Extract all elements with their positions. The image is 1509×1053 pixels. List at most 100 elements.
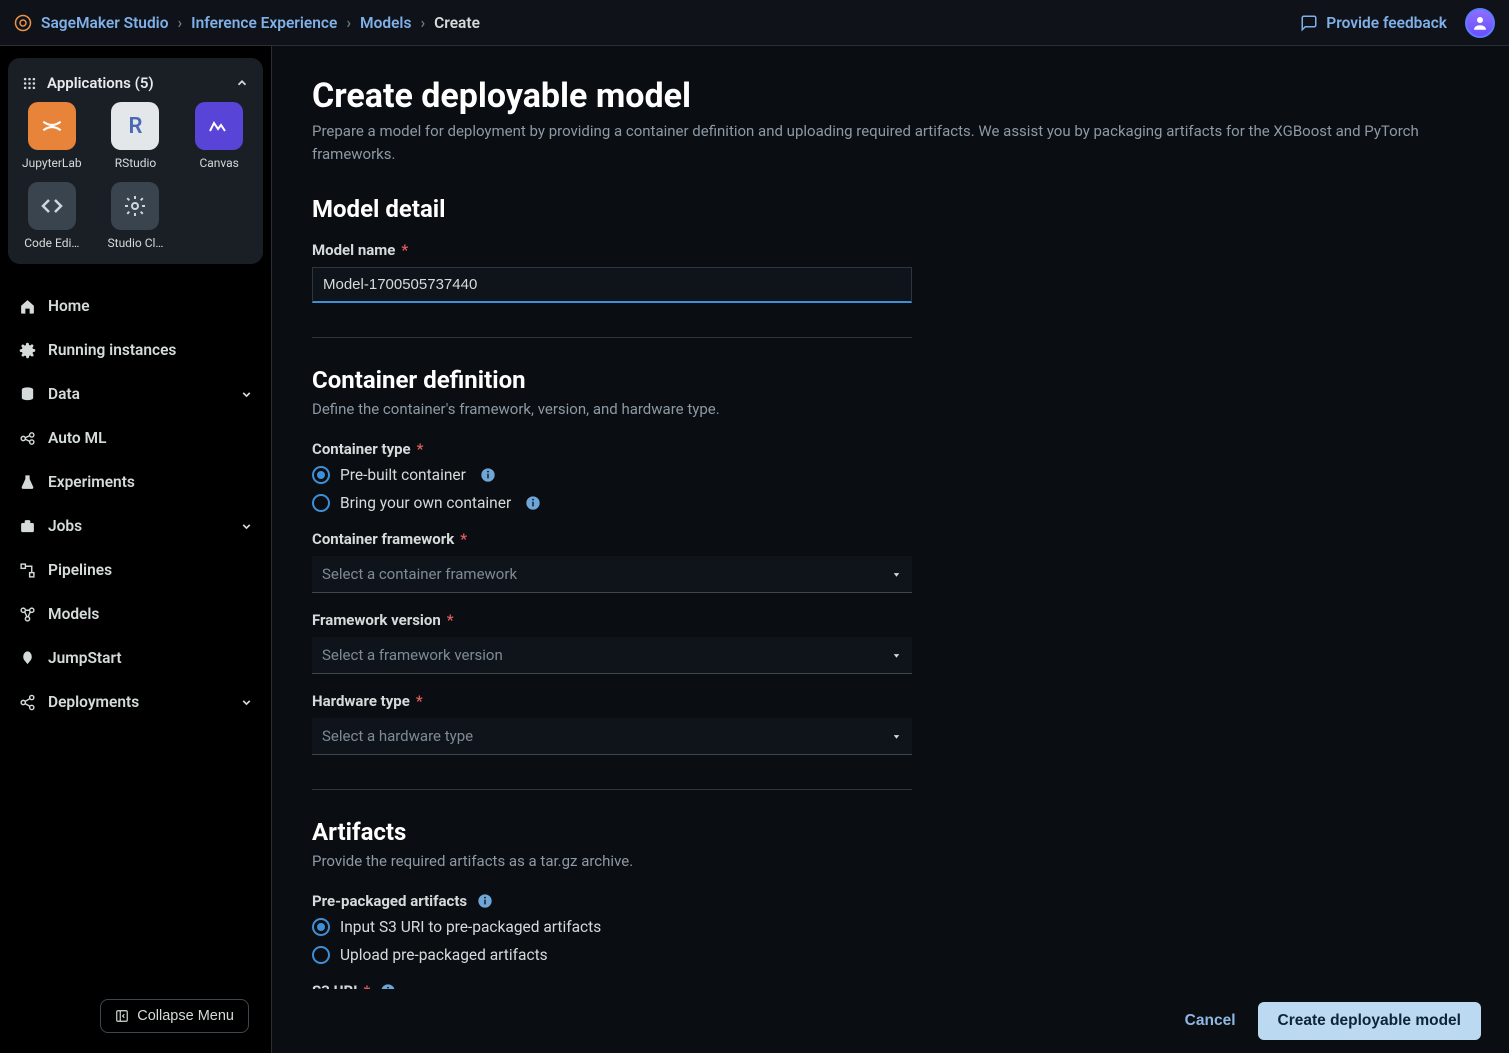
- nav-label: Home: [48, 297, 90, 315]
- sagemaker-logo-icon: [14, 14, 32, 32]
- radio-label: Pre-built container: [340, 466, 466, 484]
- cancel-button[interactable]: Cancel: [1185, 1012, 1236, 1030]
- topbar: SageMaker Studio › Inference Experience …: [0, 0, 1509, 46]
- select-placeholder: Select a hardware type: [322, 727, 473, 745]
- breadcrumb: SageMaker Studio › Inference Experience …: [14, 14, 480, 32]
- nav-label: Experiments: [48, 473, 135, 491]
- prepackaged-artifacts-label: Pre-packaged artifacts: [312, 892, 467, 910]
- pipelines-icon: [18, 562, 36, 579]
- database-icon: [18, 386, 36, 403]
- select-placeholder: Select a container framework: [322, 565, 517, 583]
- app-rstudio[interactable]: R RStudio: [104, 102, 168, 170]
- container-framework-select[interactable]: Select a container framework: [312, 556, 912, 593]
- user-avatar[interactable]: [1465, 8, 1495, 38]
- app-studio-classic[interactable]: Studio Cl…: [104, 182, 168, 250]
- chevron-right-icon: ›: [346, 14, 351, 32]
- app-label: Studio Cl…: [104, 236, 168, 250]
- hardware-type-select[interactable]: Select a hardware type: [312, 718, 912, 755]
- required-icon: *: [416, 692, 423, 710]
- radio-input-s3-uri[interactable]: Input S3 URI to pre-packaged artifacts: [312, 918, 1469, 936]
- radio-byoc[interactable]: Bring your own container: [312, 494, 1469, 512]
- flask-icon: [18, 474, 36, 491]
- provide-feedback-link[interactable]: Provide feedback: [1300, 14, 1447, 32]
- radio-label: Upload pre-packaged artifacts: [340, 946, 548, 964]
- applications-panel: Applications (5) JupyterLab R RStudio: [8, 58, 263, 264]
- container-framework-label: Container framework: [312, 530, 454, 548]
- radio-prebuilt-container[interactable]: Pre-built container: [312, 466, 1469, 484]
- models-icon: [18, 606, 36, 623]
- nav-pipelines[interactable]: Pipelines: [8, 548, 263, 592]
- nav-automl[interactable]: Auto ML: [8, 416, 263, 460]
- chevron-down-icon: [240, 696, 253, 709]
- artifacts-subtitle: Provide the required artifacts as a tar.…: [312, 852, 1469, 870]
- create-deployable-model-button[interactable]: Create deployable model: [1258, 1002, 1481, 1040]
- required-icon: *: [460, 530, 467, 548]
- framework-version-label: Framework version: [312, 611, 441, 629]
- nav-deployments[interactable]: Deployments: [8, 680, 263, 724]
- studio-classic-icon: [111, 182, 159, 230]
- radio-label: Input S3 URI to pre-packaged artifacts: [340, 918, 601, 936]
- chevron-right-icon: ›: [177, 14, 182, 32]
- framework-version-select[interactable]: Select a framework version: [312, 637, 912, 674]
- chevron-down-icon: [240, 520, 253, 533]
- gear-icon: [18, 342, 36, 359]
- radio-icon: [312, 946, 330, 964]
- app-label: Code Edi…: [20, 236, 84, 250]
- caret-down-icon: [891, 569, 902, 580]
- radio-label: Bring your own container: [340, 494, 511, 512]
- section-container-definition: Container definition: [312, 366, 1469, 394]
- info-icon[interactable]: [477, 893, 493, 909]
- sidebar: Applications (5) JupyterLab R RStudio: [0, 46, 272, 1053]
- collapse-icon: [115, 1009, 129, 1023]
- nav-label: Running instances: [48, 341, 176, 359]
- select-placeholder: Select a framework version: [322, 646, 503, 664]
- chevron-down-icon: [240, 388, 253, 401]
- breadcrumb-models[interactable]: Models: [360, 14, 411, 32]
- footer-actions: Cancel Create deployable model: [272, 989, 1509, 1053]
- app-code-editor[interactable]: Code Edi…: [20, 182, 84, 250]
- app-label: JupyterLab: [20, 156, 84, 170]
- model-name-input[interactable]: [312, 267, 912, 303]
- nav-label: Auto ML: [48, 429, 107, 447]
- rstudio-icon: R: [111, 102, 159, 150]
- chevron-up-icon[interactable]: [235, 76, 249, 90]
- home-icon: [18, 298, 36, 315]
- container-subtitle: Define the container's framework, versio…: [312, 400, 1469, 418]
- required-icon: *: [417, 440, 424, 458]
- info-icon[interactable]: [525, 495, 541, 511]
- info-icon[interactable]: [480, 467, 496, 483]
- divider: [312, 337, 912, 338]
- feedback-label: Provide feedback: [1326, 14, 1447, 32]
- code-editor-icon: [28, 182, 76, 230]
- collapse-menu-button[interactable]: Collapse Menu: [100, 999, 249, 1033]
- nav-running-instances[interactable]: Running instances: [8, 328, 263, 372]
- feedback-icon: [1300, 14, 1318, 32]
- section-model-detail: Model detail: [312, 195, 1469, 223]
- caret-down-icon: [891, 650, 902, 661]
- section-artifacts: Artifacts: [312, 818, 1469, 846]
- required-icon: *: [401, 241, 408, 259]
- rocket-icon: [18, 650, 36, 667]
- nav-experiments[interactable]: Experiments: [8, 460, 263, 504]
- nav-models[interactable]: Models: [8, 592, 263, 636]
- required-icon: *: [447, 611, 454, 629]
- container-type-label: Container type: [312, 440, 411, 458]
- nav-jumpstart[interactable]: JumpStart: [8, 636, 263, 680]
- breadcrumb-inference[interactable]: Inference Experience: [191, 14, 337, 32]
- main-scroll[interactable]: Create deployable model Prepare a model …: [272, 46, 1509, 1053]
- breadcrumb-root[interactable]: SageMaker Studio: [41, 14, 168, 32]
- hardware-type-label: Hardware type: [312, 692, 410, 710]
- radio-upload-artifacts[interactable]: Upload pre-packaged artifacts: [312, 946, 1469, 964]
- share-icon: [18, 694, 36, 711]
- nav-data[interactable]: Data: [8, 372, 263, 416]
- app-canvas[interactable]: Canvas: [187, 102, 251, 170]
- automl-icon: [18, 430, 36, 447]
- app-label: RStudio: [104, 156, 168, 170]
- nav-jobs[interactable]: Jobs: [8, 504, 263, 548]
- page-title: Create deployable model: [312, 76, 1469, 116]
- app-jupyterlab[interactable]: JupyterLab: [20, 102, 84, 170]
- app-label: Canvas: [187, 156, 251, 170]
- nav-home[interactable]: Home: [8, 284, 263, 328]
- breadcrumb-current: Create: [434, 14, 480, 32]
- page-subtitle: Prepare a model for deployment by provid…: [312, 120, 1469, 165]
